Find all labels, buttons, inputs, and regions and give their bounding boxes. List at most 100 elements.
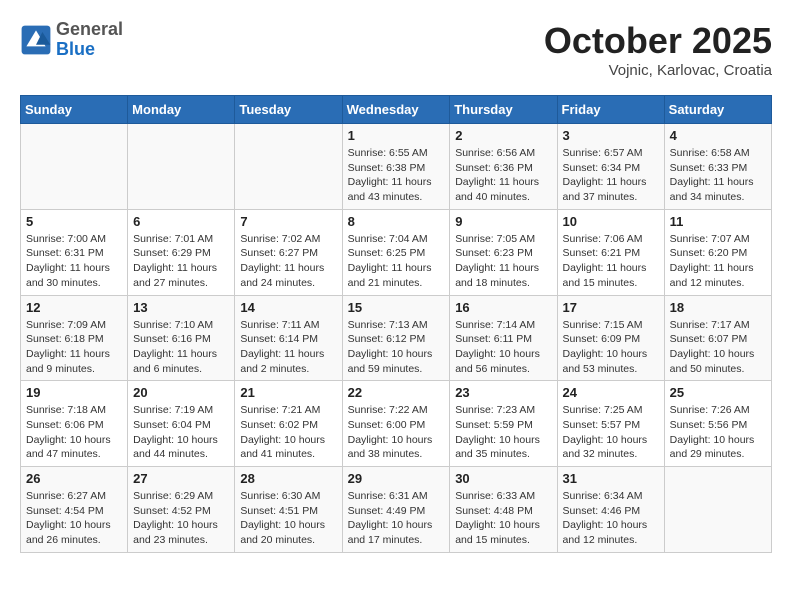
day-number: 12 — [26, 300, 122, 315]
logo: General Blue — [20, 20, 123, 60]
day-number: 16 — [455, 300, 551, 315]
day-number: 28 — [240, 471, 336, 486]
day-number: 26 — [26, 471, 122, 486]
calendar-cell — [128, 124, 235, 210]
day-number: 1 — [348, 128, 445, 143]
day-info: Sunrise: 7:13 AM Sunset: 6:12 PM Dayligh… — [348, 318, 445, 377]
day-number: 23 — [455, 385, 551, 400]
logo-blue-text: Blue — [56, 40, 123, 60]
col-header-sunday: Sunday — [21, 96, 128, 124]
day-number: 18 — [670, 300, 766, 315]
col-header-saturday: Saturday — [664, 96, 771, 124]
col-header-friday: Friday — [557, 96, 664, 124]
day-number: 2 — [455, 128, 551, 143]
col-header-monday: Monday — [128, 96, 235, 124]
day-number: 31 — [563, 471, 659, 486]
day-info: Sunrise: 7:05 AM Sunset: 6:23 PM Dayligh… — [455, 232, 551, 291]
calendar-week-row: 19Sunrise: 7:18 AM Sunset: 6:06 PM Dayli… — [21, 381, 772, 467]
calendar-week-row: 26 Sunrise: 6:27 AM Sunset: 4:54 PM Dayli… — [21, 467, 772, 553]
day-info: Sunrise: 6:34 AM Sunset: 4:46 PM Dayligh… — [563, 489, 659, 548]
calendar-cell: 24Sunrise: 7:25 AM Sunset: 5:57 PM Dayli… — [557, 381, 664, 467]
calendar-cell: 6 Sunrise: 7:01 AM Sunset: 6:29 PM Daylig… — [128, 209, 235, 295]
day-info: Sunrise: 7:07 AM Sunset: 6:20 PM Dayligh… — [670, 232, 766, 291]
calendar-cell: 26 Sunrise: 6:27 AM Sunset: 4:54 PM Dayli… — [21, 467, 128, 553]
calendar-cell: 25 Sunrise: 7:26 AM Sunset: 5:56 PM Dayli… — [664, 381, 771, 467]
title-block: October 2025 Vojnic, Karlovac, Croatia — [544, 20, 772, 79]
day-info: Sunrise: 7:18 AM Sunset: 6:06 PM Dayligh… — [26, 403, 122, 462]
day-info: Sunrise: 7:21 AM Sunset: 6:02 PM Dayligh… — [240, 403, 336, 462]
day-number: 5 — [26, 214, 122, 229]
calendar-cell: 10Sunrise: 7:06 AM Sunset: 6:21 PM Dayli… — [557, 209, 664, 295]
day-info: Sunrise: 7:11 AM Sunset: 6:14 PM Dayligh… — [240, 318, 336, 377]
day-info: Sunrise: 6:55 AM Sunset: 6:38 PM Dayligh… — [348, 146, 445, 205]
calendar-cell: 13Sunrise: 7:10 AM Sunset: 6:16 PM Dayli… — [128, 295, 235, 381]
calendar-cell: 21 Sunrise: 7:21 AM Sunset: 6:02 PM Dayli… — [235, 381, 342, 467]
day-info: Sunrise: 6:58 AM Sunset: 6:33 PM Dayligh… — [670, 146, 766, 205]
calendar-cell: 2 Sunrise: 6:56 AM Sunset: 6:36 PM Daylig… — [450, 124, 557, 210]
day-number: 7 — [240, 214, 336, 229]
calendar-cell: 19Sunrise: 7:18 AM Sunset: 6:06 PM Dayli… — [21, 381, 128, 467]
day-number: 20 — [133, 385, 229, 400]
day-info: Sunrise: 6:30 AM Sunset: 4:51 PM Dayligh… — [240, 489, 336, 548]
day-number: 17 — [563, 300, 659, 315]
day-info: Sunrise: 6:57 AM Sunset: 6:34 PM Dayligh… — [563, 146, 659, 205]
day-info: Sunrise: 6:29 AM Sunset: 4:52 PM Dayligh… — [133, 489, 229, 548]
day-info: Sunrise: 7:19 AM Sunset: 6:04 PM Dayligh… — [133, 403, 229, 462]
calendar-cell: 31 Sunrise: 6:34 AM Sunset: 4:46 PM Dayli… — [557, 467, 664, 553]
day-info: Sunrise: 7:02 AM Sunset: 6:27 PM Dayligh… — [240, 232, 336, 291]
calendar-cell — [235, 124, 342, 210]
day-number: 29 — [348, 471, 445, 486]
day-info: Sunrise: 6:56 AM Sunset: 6:36 PM Dayligh… — [455, 146, 551, 205]
day-number: 6 — [133, 214, 229, 229]
calendar-cell: 18 Sunrise: 7:17 AM Sunset: 6:07 PM Dayli… — [664, 295, 771, 381]
page-header: General Blue October 2025 Vojnic, Karlov… — [20, 20, 772, 79]
calendar-cell: 30Sunrise: 6:33 AM Sunset: 4:48 PM Dayli… — [450, 467, 557, 553]
calendar-cell: 16 Sunrise: 7:14 AM Sunset: 6:11 PM Dayli… — [450, 295, 557, 381]
location: Vojnic, Karlovac, Croatia — [544, 62, 772, 79]
day-info: Sunrise: 7:23 AM Sunset: 5:59 PM Dayligh… — [455, 403, 551, 462]
day-info: Sunrise: 6:31 AM Sunset: 4:49 PM Dayligh… — [348, 489, 445, 548]
calendar-cell: 22 Sunrise: 7:22 AM Sunset: 6:00 PM Dayli… — [342, 381, 450, 467]
calendar-cell — [664, 467, 771, 553]
day-info: Sunrise: 7:22 AM Sunset: 6:00 PM Dayligh… — [348, 403, 445, 462]
day-number: 22 — [348, 385, 445, 400]
day-number: 15 — [348, 300, 445, 315]
calendar-cell: 4Sunrise: 6:58 AM Sunset: 6:33 PM Daylig… — [664, 124, 771, 210]
logo-icon — [20, 24, 52, 56]
calendar-week-row: 12 Sunrise: 7:09 AM Sunset: 6:18 PM Dayli… — [21, 295, 772, 381]
day-info: Sunrise: 7:01 AM Sunset: 6:29 PM Dayligh… — [133, 232, 229, 291]
calendar-cell: 1 Sunrise: 6:55 AM Sunset: 6:38 PM Daylig… — [342, 124, 450, 210]
calendar-cell: 29 Sunrise: 6:31 AM Sunset: 4:49 PM Dayli… — [342, 467, 450, 553]
day-info: Sunrise: 7:00 AM Sunset: 6:31 PM Dayligh… — [26, 232, 122, 291]
day-number: 11 — [670, 214, 766, 229]
calendar-cell: 15 Sunrise: 7:13 AM Sunset: 6:12 PM Dayli… — [342, 295, 450, 381]
day-info: Sunrise: 7:26 AM Sunset: 5:56 PM Dayligh… — [670, 403, 766, 462]
day-number: 10 — [563, 214, 659, 229]
day-info: Sunrise: 6:33 AM Sunset: 4:48 PM Dayligh… — [455, 489, 551, 548]
day-number: 25 — [670, 385, 766, 400]
day-info: Sunrise: 7:17 AM Sunset: 6:07 PM Dayligh… — [670, 318, 766, 377]
calendar-cell: 11 Sunrise: 7:07 AM Sunset: 6:20 PM Dayli… — [664, 209, 771, 295]
col-header-wednesday: Wednesday — [342, 96, 450, 124]
calendar-cell: 17 Sunrise: 7:15 AM Sunset: 6:09 PM Dayli… — [557, 295, 664, 381]
day-info: Sunrise: 7:15 AM Sunset: 6:09 PM Dayligh… — [563, 318, 659, 377]
calendar-table: SundayMondayTuesdayWednesdayThursdayFrid… — [20, 95, 772, 553]
calendar-cell: 14 Sunrise: 7:11 AM Sunset: 6:14 PM Dayli… — [235, 295, 342, 381]
day-number: 21 — [240, 385, 336, 400]
calendar-cell: 8 Sunrise: 7:04 AM Sunset: 6:25 PM Daylig… — [342, 209, 450, 295]
calendar-cell: 20 Sunrise: 7:19 AM Sunset: 6:04 PM Dayli… — [128, 381, 235, 467]
day-info: Sunrise: 7:14 AM Sunset: 6:11 PM Dayligh… — [455, 318, 551, 377]
day-info: Sunrise: 7:09 AM Sunset: 6:18 PM Dayligh… — [26, 318, 122, 377]
day-info: Sunrise: 7:10 AM Sunset: 6:16 PM Dayligh… — [133, 318, 229, 377]
day-number: 14 — [240, 300, 336, 315]
calendar-week-row: 5 Sunrise: 7:00 AM Sunset: 6:31 PM Daylig… — [21, 209, 772, 295]
col-header-tuesday: Tuesday — [235, 96, 342, 124]
day-number: 27 — [133, 471, 229, 486]
day-info: Sunrise: 7:04 AM Sunset: 6:25 PM Dayligh… — [348, 232, 445, 291]
day-number: 8 — [348, 214, 445, 229]
calendar-cell: 3Sunrise: 6:57 AM Sunset: 6:34 PM Daylig… — [557, 124, 664, 210]
day-info: Sunrise: 6:27 AM Sunset: 4:54 PM Dayligh… — [26, 489, 122, 548]
day-number: 9 — [455, 214, 551, 229]
calendar-cell: 9 Sunrise: 7:05 AM Sunset: 6:23 PM Daylig… — [450, 209, 557, 295]
calendar-header-row: SundayMondayTuesdayWednesdayThursdayFrid… — [21, 96, 772, 124]
